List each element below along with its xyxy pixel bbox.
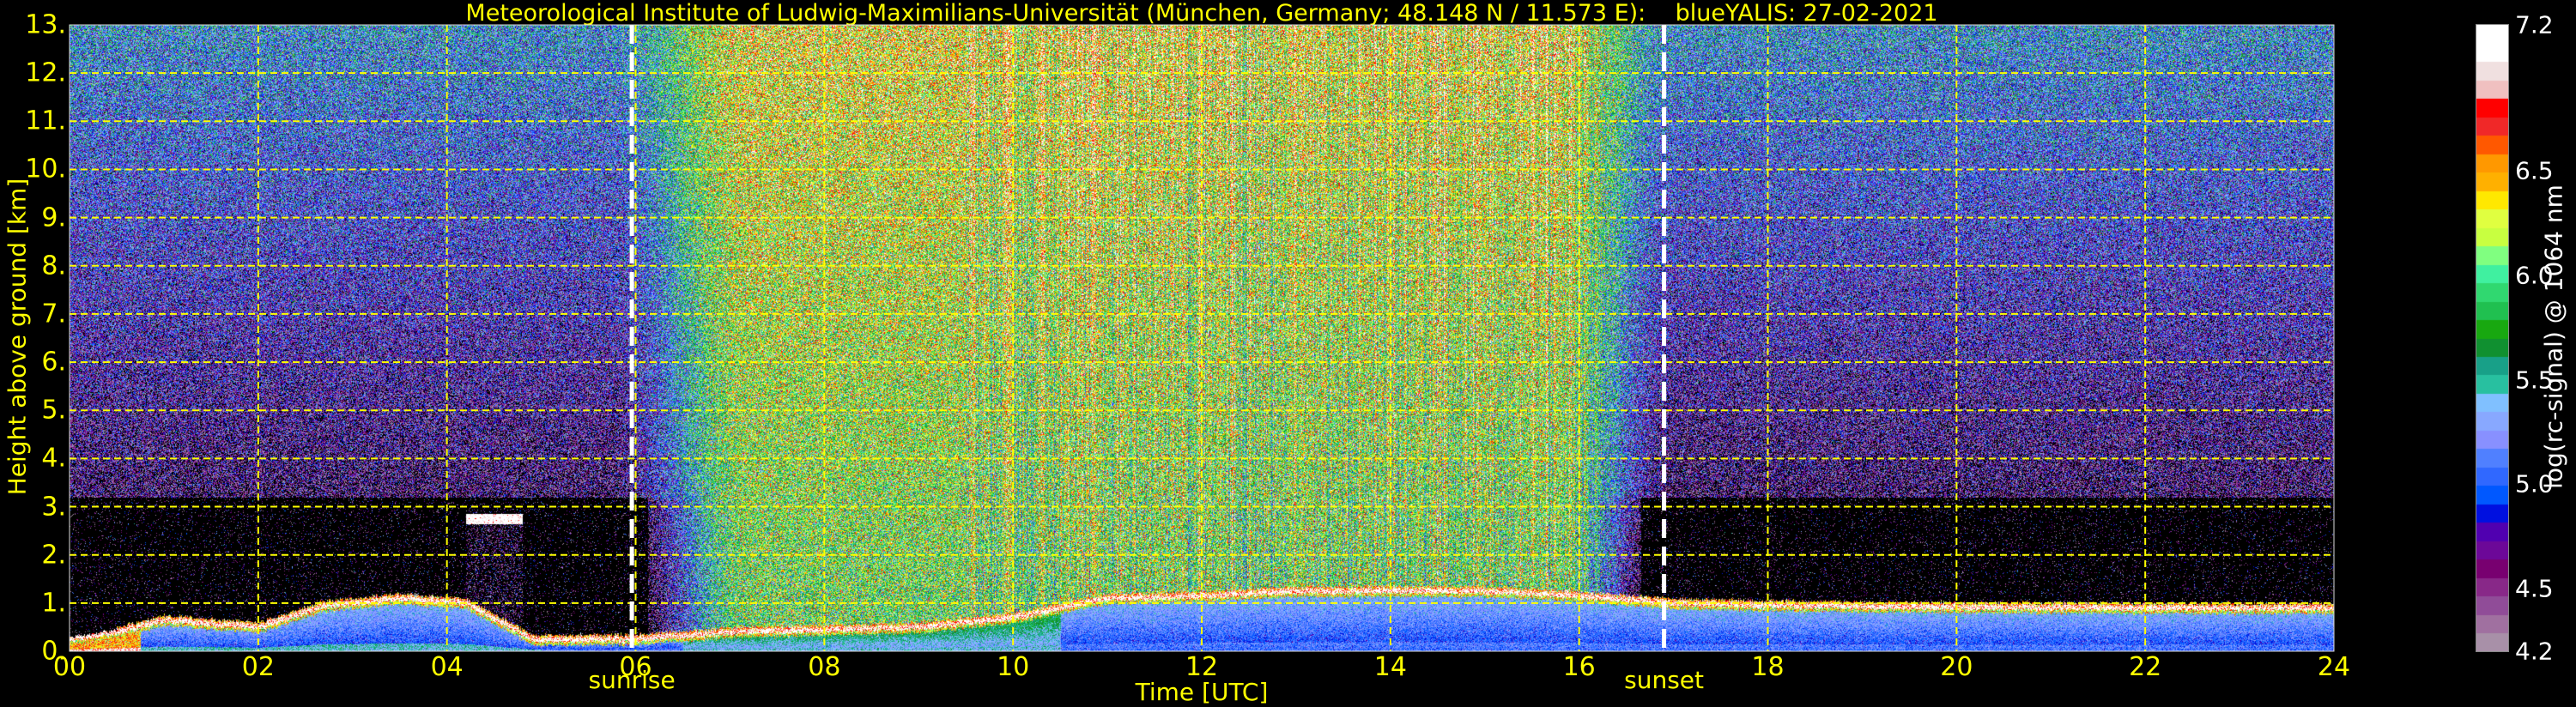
y-tick-label: 10.	[25, 154, 66, 184]
chart-title: Meteorological Institute of Ludwig-Maxim…	[465, 0, 1938, 27]
y-tick-label: 11.	[25, 106, 66, 136]
x-tick-label: 20	[1940, 652, 1973, 682]
grid-overlay	[69, 24, 2335, 652]
y-tick-label: 5.	[41, 395, 66, 426]
y-tick-label: 3.	[41, 492, 66, 523]
x-tick-label: 00	[52, 652, 87, 682]
y-tick-label: 9.	[41, 202, 66, 233]
plot-area	[69, 24, 2335, 652]
x-tick-label: 10	[997, 652, 1030, 682]
y-tick-label: 12.	[25, 57, 66, 88]
y-tick-label: 2.	[41, 540, 66, 571]
x-tick-label: 22	[2129, 652, 2162, 682]
colorbar-tick-label: 4.5	[2515, 574, 2554, 603]
colorbar-tick-label: 4.2	[2515, 637, 2554, 666]
sunrise-label: sunrise	[588, 666, 676, 694]
x-tick-label: 12	[1185, 652, 1219, 682]
y-tick-label: 4.	[41, 443, 66, 474]
colorbar-label: log(rc-signal) @ 1064 nm	[2539, 184, 2568, 489]
x-tick-label: 14	[1373, 652, 1407, 682]
y-tick-label: 7.	[41, 299, 66, 329]
colorbar-tick-label: 7.2	[2515, 10, 2554, 39]
x-tick-label: 02	[241, 652, 275, 682]
x-tick-label: 08	[808, 652, 841, 682]
colorbar-tick-label: 6.5	[2515, 156, 2554, 185]
y-tick-label: 8.	[41, 251, 66, 281]
colorbar	[2476, 24, 2509, 652]
x-tick-label: 04	[430, 652, 464, 682]
y-tick-label: 6.	[41, 347, 66, 378]
x-tick-label: 24	[2317, 652, 2351, 682]
x-tick-label: 16	[1562, 652, 1596, 682]
sunset-label: sunset	[1624, 666, 1705, 694]
x-tick-label: 18	[1751, 652, 1785, 682]
y-tick-label: 13.	[25, 9, 66, 40]
y-axis-label: Height above ground [km]	[3, 178, 32, 496]
y-tick-label: 1.	[41, 588, 66, 619]
